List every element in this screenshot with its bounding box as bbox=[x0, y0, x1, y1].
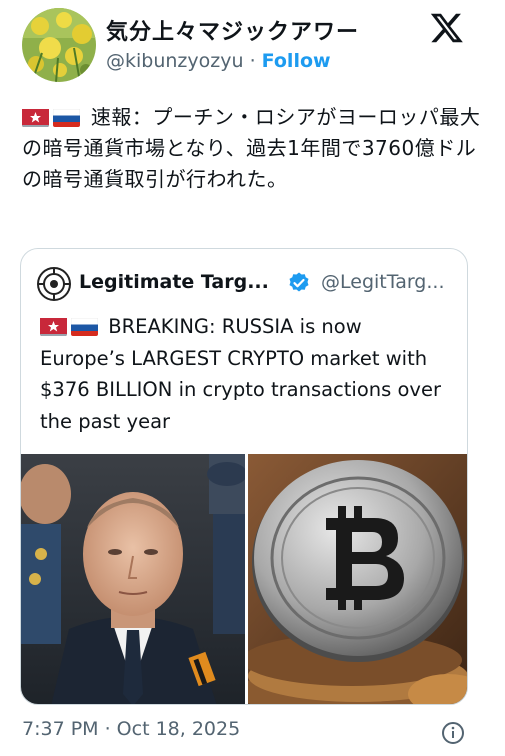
tweet-header: 気分上々マジックアワー @kibunzyozyu · Follow bbox=[0, 0, 505, 100]
info-icon[interactable] bbox=[441, 721, 465, 745]
alert-siren-icon bbox=[40, 316, 67, 336]
russia-flag-icon bbox=[53, 107, 80, 127]
author-handle-row: @kibunzyozyu · Follow bbox=[106, 50, 331, 72]
media-image-bitcoin[interactable] bbox=[248, 454, 467, 704]
quoted-tweet-header: Legitimate Targ... @LegitTarg... bbox=[37, 267, 457, 301]
alert-siren-icon bbox=[22, 107, 49, 127]
verified-badge-icon bbox=[287, 271, 311, 295]
quoted-author-name[interactable]: Legitimate Targ... bbox=[79, 271, 269, 293]
tweet-body: 速報：プーチン・ロシアがヨーロッパ最大の暗号通貨市場となり、過去1年間で3760… bbox=[22, 102, 482, 195]
author-handle[interactable]: @kibunzyozyu bbox=[106, 50, 244, 72]
tweet-text: 速報：プーチン・ロシアがヨーロッパ最大の暗号通貨市場となり、過去1年間で3760… bbox=[22, 105, 481, 191]
author-display-name[interactable]: 気分上々マジックアワー bbox=[106, 14, 359, 46]
author-avatar[interactable] bbox=[22, 8, 96, 82]
media-image-portrait[interactable] bbox=[21, 454, 245, 704]
x-logo-icon[interactable] bbox=[428, 9, 466, 47]
russia-flag-icon bbox=[71, 316, 98, 336]
handle-separator: · bbox=[249, 50, 256, 72]
follow-button[interactable]: Follow bbox=[262, 50, 331, 72]
quoted-author-avatar[interactable] bbox=[37, 267, 71, 301]
quoted-tweet-media bbox=[21, 454, 467, 704]
quoted-tweet-text: BREAKING: RUSSIA is now Europe’s LARGEST… bbox=[40, 315, 441, 433]
quoted-tweet-card[interactable]: Legitimate Targ... @LegitTarg... BREAKIN… bbox=[20, 248, 468, 705]
tweet-timestamp[interactable]: 7:37 PM · Oct 18, 2025 bbox=[22, 718, 240, 740]
quoted-author-handle[interactable]: @LegitTarg... bbox=[321, 271, 445, 293]
quoted-tweet-body: BREAKING: RUSSIA is now Europe’s LARGEST… bbox=[40, 311, 452, 437]
